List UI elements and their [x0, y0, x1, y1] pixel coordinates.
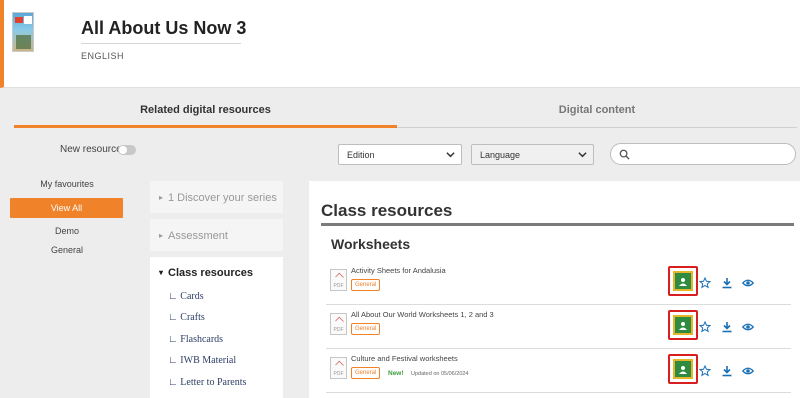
- chevron-down-icon: [446, 152, 455, 158]
- caret-right-icon: ▸: [159, 193, 164, 202]
- subitem-letter-to-parents[interactable]: ∟ Letter to Parents: [168, 377, 246, 388]
- panel-divider: [321, 223, 794, 226]
- resource-title[interactable]: Culture and Festival worksheets: [351, 354, 458, 363]
- google-classroom-icon: [673, 359, 693, 379]
- tab-digital-content[interactable]: Digital content: [397, 104, 797, 128]
- subitem-flashcards[interactable]: ∟ Flashcards: [168, 334, 223, 345]
- subitem-cards-label: Cards: [180, 291, 204, 302]
- book-header: All About Us Now 3 ENGLISH: [0, 0, 800, 88]
- pdf-file-icon: PDF: [330, 313, 347, 335]
- resource-row[interactable]: PDF All About Our World Worksheets 1, 2 …: [326, 305, 791, 349]
- resources-panel: Class resources Worksheets PDF Activity …: [309, 181, 800, 398]
- subitem-crafts[interactable]: ∟ Crafts: [168, 312, 205, 323]
- star-icon[interactable]: [699, 321, 711, 333]
- search-input[interactable]: [610, 143, 796, 165]
- language-select-value: Language: [480, 150, 521, 160]
- download-icon[interactable]: [721, 277, 733, 289]
- category-badge: General: [351, 323, 381, 335]
- subitem-flashcards-label: Flashcards: [180, 334, 224, 345]
- eye-icon[interactable]: [742, 365, 754, 377]
- accordion-discover-label: 1 Discover your series: [168, 192, 277, 204]
- subitem-iwb-material-label: IWB Material: [180, 355, 237, 366]
- eye-icon[interactable]: [742, 321, 754, 333]
- tab-related-digital-resources[interactable]: Related digital resources: [14, 104, 397, 128]
- star-icon[interactable]: [699, 365, 711, 377]
- section-title: Worksheets: [331, 236, 411, 252]
- download-icon[interactable]: [721, 365, 733, 377]
- resource-title[interactable]: Activity Sheets for Andalusia: [351, 266, 446, 275]
- google-classroom-icon: [673, 271, 693, 291]
- pdf-file-icon: PDF: [330, 269, 347, 291]
- book-subject: ENGLISH: [81, 51, 125, 61]
- eye-icon[interactable]: [742, 277, 754, 289]
- accordion-assessment[interactable]: ▸ Assessment: [150, 219, 283, 251]
- updated-date: Updated on 05/06/2024: [411, 371, 469, 377]
- language-select[interactable]: Language: [471, 144, 594, 165]
- star-icon[interactable]: [699, 277, 711, 289]
- nav-my-favourites[interactable]: My favourites: [12, 179, 122, 189]
- subitem-letter-to-parents-label: Letter to Parents: [180, 377, 247, 388]
- subitem-crafts-label: Crafts: [180, 312, 205, 323]
- category-badge: General: [351, 279, 381, 291]
- nav-demo[interactable]: Demo: [12, 226, 122, 236]
- new-resources-label: New resources: [60, 144, 127, 155]
- title-divider: [81, 43, 241, 44]
- accordion-assessment-label: Assessment: [168, 230, 228, 242]
- edition-select-value: Edition: [347, 150, 375, 160]
- caret-right-icon: ▸: [159, 231, 164, 240]
- google-classroom-button[interactable]: [668, 266, 698, 296]
- google-classroom-icon: [673, 315, 693, 335]
- resource-row[interactable]: PDF Activity Sheets for Andalusia Genera…: [326, 261, 791, 305]
- accordion-discover-your-series[interactable]: ▸ 1 Discover your series: [150, 181, 283, 213]
- edition-select[interactable]: Edition: [338, 144, 462, 165]
- resource-row[interactable]: PDF Culture and Festival worksheets Gene…: [326, 349, 791, 393]
- category-badge: General: [351, 367, 381, 379]
- resource-title[interactable]: All About Our World Worksheets 1, 2 and …: [351, 310, 494, 319]
- book-cover-image: [12, 12, 34, 52]
- new-resources-toggle[interactable]: [118, 145, 136, 155]
- download-icon[interactable]: [721, 321, 733, 333]
- book-title: All About Us Now 3: [81, 18, 247, 38]
- google-classroom-button[interactable]: [668, 310, 698, 340]
- nav-general[interactable]: General: [12, 245, 122, 255]
- subitem-iwb-material[interactable]: ∟ IWB Material: [168, 355, 236, 366]
- caret-down-icon: ▾: [159, 268, 164, 277]
- pdf-file-icon: PDF: [330, 357, 347, 379]
- subitem-cards[interactable]: ∟ Cards: [168, 291, 204, 302]
- search-icon: [619, 149, 630, 160]
- new-badge: New!: [388, 370, 404, 377]
- google-classroom-button[interactable]: [668, 354, 698, 384]
- accordion-class-resources-label: Class resources: [168, 267, 253, 279]
- view-all-button[interactable]: View All: [10, 198, 123, 218]
- chevron-down-icon: [578, 152, 587, 158]
- panel-title: Class resources: [321, 201, 453, 220]
